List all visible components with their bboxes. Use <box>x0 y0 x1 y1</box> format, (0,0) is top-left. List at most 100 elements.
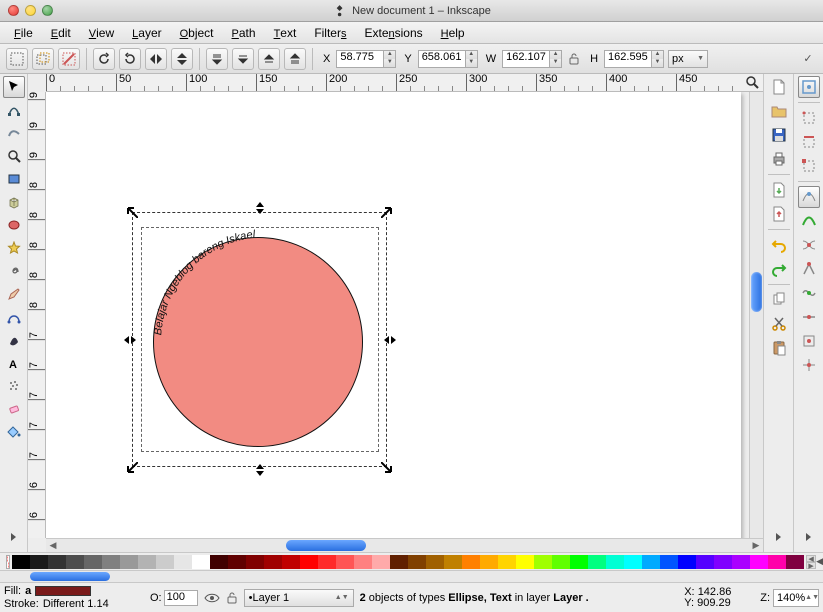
snap-intersection-button[interactable] <box>798 234 820 256</box>
snap-overflow-button[interactable] <box>798 526 820 548</box>
snap-bbox-button[interactable] <box>798 107 820 129</box>
layer-visibility-button[interactable] <box>204 591 220 605</box>
color-swatch[interactable] <box>732 555 750 569</box>
pencil-tool[interactable] <box>3 283 25 305</box>
color-swatch[interactable] <box>210 555 228 569</box>
color-swatch[interactable] <box>102 555 120 569</box>
canvas[interactable]: Belajar Ngeblog bareng Iskael <box>46 92 749 538</box>
color-swatch[interactable] <box>444 555 462 569</box>
h-input[interactable]: 162.595▲▼ <box>604 50 664 68</box>
eraser-tool[interactable] <box>3 398 25 420</box>
menu-extensions[interactable]: Extensions <box>356 24 430 42</box>
color-swatch[interactable] <box>192 555 210 569</box>
raise-to-top-button[interactable] <box>284 48 306 70</box>
snap-smooth-button[interactable] <box>798 282 820 304</box>
scroll-right-button[interactable]: ▶ <box>749 540 763 552</box>
zoom-window-button[interactable] <box>42 5 53 16</box>
palette-menu-button[interactable]: ◀ <box>816 556 823 567</box>
snap-midpoint-button[interactable] <box>798 306 820 328</box>
snap-enable-button[interactable] <box>798 76 820 98</box>
3dbox-tool[interactable] <box>3 191 25 213</box>
text-tool[interactable]: A <box>3 352 25 374</box>
tweak-tool[interactable] <box>3 122 25 144</box>
menu-object[interactable]: Object <box>172 24 222 42</box>
menu-filters[interactable]: Filters <box>306 24 354 42</box>
color-swatch[interactable] <box>48 555 66 569</box>
y-input[interactable]: 658.061▲▼ <box>418 50 478 68</box>
commands-overflow-button[interactable] <box>768 526 790 548</box>
menu-layer[interactable]: Layer <box>124 24 169 42</box>
snap-rotation-center-button[interactable] <box>798 354 820 376</box>
scale-handle-e[interactable] <box>384 334 396 346</box>
color-swatch[interactable] <box>660 555 678 569</box>
ellipse-tool[interactable] <box>3 214 25 236</box>
color-swatch[interactable] <box>12 555 30 569</box>
color-swatch[interactable] <box>426 555 444 569</box>
zoom-icon[interactable] <box>745 75 759 89</box>
print-button[interactable] <box>768 148 790 170</box>
color-swatch[interactable] <box>714 555 732 569</box>
color-swatch[interactable] <box>372 555 390 569</box>
horizontal-ruler[interactable]: 050100150200250300350400450 <box>46 74 763 92</box>
menu-edit[interactable]: Edit <box>43 24 79 42</box>
calligraphy-tool[interactable] <box>3 329 25 351</box>
node-tool[interactable] <box>3 99 25 121</box>
paint-bucket-tool[interactable] <box>3 421 25 443</box>
toolbox-overflow-button[interactable] <box>3 526 25 548</box>
color-swatch[interactable] <box>66 555 84 569</box>
snap-bbox-edge-button[interactable] <box>798 131 820 153</box>
color-swatch[interactable] <box>750 555 768 569</box>
color-swatch[interactable] <box>768 555 786 569</box>
color-swatch[interactable] <box>498 555 516 569</box>
fill-swatch[interactable] <box>35 586 91 596</box>
color-swatch[interactable] <box>606 555 624 569</box>
deselect-button[interactable] <box>58 48 80 70</box>
select-all-layers-button[interactable] <box>32 48 54 70</box>
lock-aspect-button[interactable] <box>566 51 582 67</box>
color-swatch[interactable] <box>462 555 480 569</box>
color-swatch[interactable] <box>264 555 282 569</box>
color-swatch[interactable] <box>390 555 408 569</box>
color-swatch[interactable] <box>786 555 804 569</box>
lower-button[interactable] <box>232 48 254 70</box>
color-swatch[interactable] <box>516 555 534 569</box>
color-swatch[interactable] <box>336 555 354 569</box>
spray-tool[interactable] <box>3 375 25 397</box>
color-swatch[interactable] <box>174 555 192 569</box>
horizontal-scrollbar[interactable]: ◀ ▶ <box>46 538 763 552</box>
palette-scroll[interactable]: ◀▶ <box>806 555 816 569</box>
select-all-button[interactable] <box>6 48 28 70</box>
scale-handle-ne[interactable] <box>381 206 393 218</box>
spiral-tool[interactable] <box>3 260 25 282</box>
layer-select[interactable]: •Layer 1▲▼ <box>244 589 354 607</box>
redo-button[interactable] <box>768 258 790 280</box>
color-swatch[interactable] <box>570 555 588 569</box>
x-input[interactable]: 58.775▲▼ <box>336 50 396 68</box>
color-swatch[interactable] <box>480 555 498 569</box>
scale-handle-s[interactable] <box>254 464 266 476</box>
rectangle-tool[interactable] <box>3 168 25 190</box>
bezier-tool[interactable] <box>3 306 25 328</box>
scroll-left-button[interactable]: ◀ <box>46 540 60 552</box>
color-swatch[interactable] <box>534 555 552 569</box>
text-on-path-object[interactable]: Belajar Ngeblog bareng Iskael <box>131 207 401 477</box>
color-swatch[interactable] <box>300 555 318 569</box>
scale-handle-sw[interactable] <box>126 462 138 474</box>
color-swatch[interactable] <box>228 555 246 569</box>
open-document-button[interactable] <box>768 100 790 122</box>
close-window-button[interactable] <box>8 5 19 16</box>
unit-select[interactable]: px▼ <box>668 50 708 68</box>
paste-button[interactable] <box>768 337 790 359</box>
flip-horizontal-button[interactable] <box>145 48 167 70</box>
star-tool[interactable] <box>3 237 25 259</box>
snap-nodes-button[interactable] <box>798 186 820 208</box>
menu-file[interactable]: File <box>6 24 41 42</box>
color-swatch[interactable] <box>246 555 264 569</box>
menu-help[interactable]: Help <box>433 24 473 42</box>
menu-view[interactable]: View <box>81 24 122 42</box>
color-swatch[interactable] <box>408 555 426 569</box>
zoom-input[interactable]: 140%▲▼ <box>773 589 819 607</box>
color-swatch[interactable] <box>282 555 300 569</box>
menu-text[interactable]: Text <box>266 24 305 42</box>
color-swatch[interactable] <box>624 555 642 569</box>
